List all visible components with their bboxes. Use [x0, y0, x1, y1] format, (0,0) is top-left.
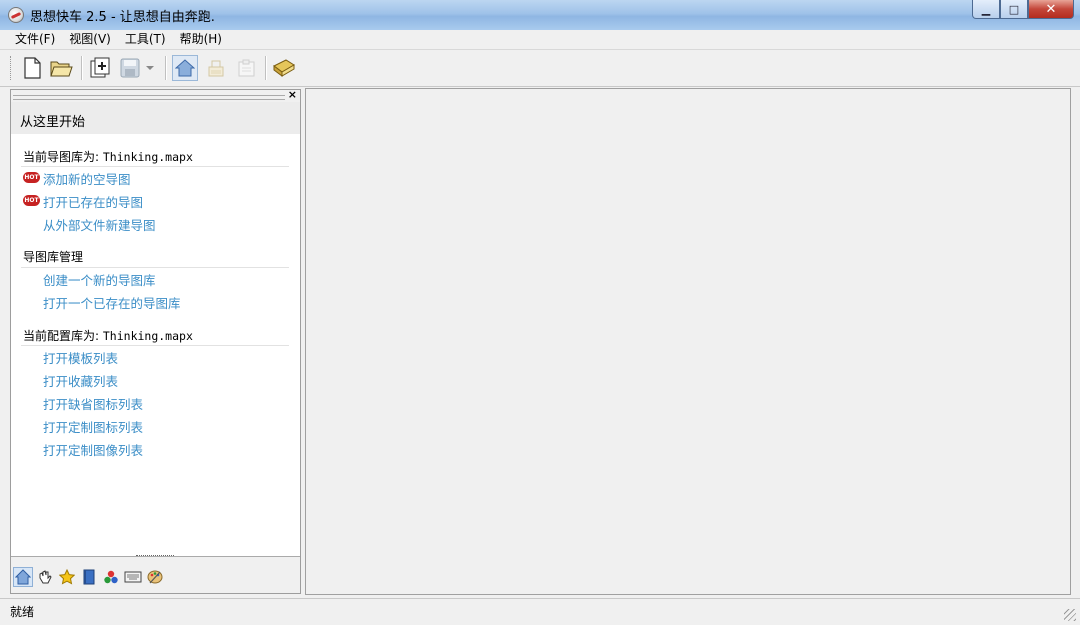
toolbar-grip[interactable] [10, 56, 14, 80]
section-label: 当前导图库为: [23, 150, 100, 164]
home-icon [15, 569, 31, 585]
link-add-new-map[interactable]: 添加新的空导图 [43, 169, 131, 188]
close-icon: ✕ [1045, 1, 1057, 17]
toolbar-separator [81, 56, 83, 80]
tab-keyboard[interactable] [123, 567, 143, 587]
start-title: 从这里开始 [20, 115, 86, 130]
menu-file[interactable]: 文件(F) [8, 30, 62, 49]
start-panel: × 从这里开始 当前导图库为: Thinking.mapx HOT 添加新的空导… [10, 89, 301, 594]
section-title-current-config: 当前配置库为: Thinking.mapx [23, 327, 193, 344]
app-logo-icon [8, 7, 24, 23]
section-label: 当前配置库为: [23, 329, 100, 343]
link-default-icon-list[interactable]: 打开缺省图标列表 [43, 394, 143, 413]
hand-icon [39, 570, 52, 584]
link-open-library[interactable]: 打开一个已存在的导图库 [43, 293, 181, 312]
export-button[interactable] [233, 55, 259, 81]
minimize-icon: ▁ [981, 2, 991, 16]
section-divider [21, 345, 289, 346]
section-divider [21, 166, 289, 167]
section-label: 导图库管理 [23, 250, 84, 264]
link-create-library[interactable]: 创建一个新的导图库 [43, 270, 156, 289]
keyboard-icon [124, 571, 142, 583]
menu-view[interactable]: 视图(V) [62, 30, 118, 49]
tab-home[interactable] [13, 567, 33, 587]
add-map-icon [90, 57, 110, 78]
window-title: 思想快车 2.5 - 让思想自由奔跑. [30, 10, 215, 25]
toolbar [0, 49, 1080, 87]
hot-badge-icon: HOT [23, 172, 40, 183]
splitter-grip[interactable] [136, 555, 174, 558]
open-button[interactable] [48, 55, 74, 81]
toolbar-separator [265, 56, 267, 80]
library-button[interactable] [271, 55, 297, 81]
section-title-current-library: 当前导图库为: Thinking.mapx [23, 148, 193, 165]
title-bar: 思想快车 2.5 - 让思想自由奔跑. ▁ □ ✕ [0, 0, 1080, 31]
tab-colors[interactable] [101, 567, 121, 587]
link-open-existing-map[interactable]: 打开已存在的导图 [43, 192, 143, 211]
menu-tools[interactable]: 工具(T) [118, 30, 173, 49]
link-custom-image-list[interactable]: 打开定制图像列表 [43, 440, 143, 459]
panel-header[interactable]: × [11, 89, 300, 102]
palette-icon [147, 570, 163, 584]
tab-hand[interactable] [35, 567, 55, 587]
new-document-icon [24, 57, 41, 79]
section-title-library-management: 导图库管理 [23, 248, 83, 265]
map-canvas[interactable] [305, 88, 1071, 595]
window-controls: ▁ □ ✕ [972, 0, 1074, 20]
section-divider [21, 267, 289, 268]
export-icon [238, 59, 255, 77]
tab-palette[interactable] [145, 567, 165, 587]
tab-favorites[interactable] [57, 567, 77, 587]
format-icon [208, 60, 224, 77]
maximize-icon: □ [1008, 2, 1020, 16]
menu-help[interactable]: 帮助(H) [173, 30, 229, 49]
star-icon [59, 569, 75, 585]
section-filename: Thinking.mapx [102, 150, 193, 164]
panel-tab-bar [11, 560, 300, 593]
panel-drag-bar[interactable] [13, 95, 285, 100]
save-disk-icon [120, 58, 140, 78]
save-button[interactable] [117, 55, 143, 81]
dropdown-arrow-icon [146, 66, 154, 70]
new-document-button[interactable] [19, 55, 45, 81]
link-new-map-from-file[interactable]: 从外部文件新建导图 [43, 215, 156, 234]
start-header: 从这里开始 [11, 102, 300, 134]
book-icon [83, 569, 95, 585]
library-book-icon [273, 59, 295, 77]
status-bar: 就绪 [0, 598, 1080, 625]
hot-badge-icon: HOT [23, 195, 40, 206]
minimize-button[interactable]: ▁ [972, 0, 1000, 19]
toolbar-separator [165, 56, 167, 80]
link-favorites-list[interactable]: 打开收藏列表 [43, 371, 118, 390]
section-filename: Thinking.mapx [102, 329, 193, 343]
home-icon [175, 59, 195, 77]
home-button[interactable] [172, 55, 198, 81]
maximize-button[interactable]: □ [1000, 0, 1028, 19]
add-map-button[interactable] [87, 55, 113, 81]
open-folder-icon [50, 61, 73, 77]
menu-bar: 文件(F) 视图(V) 工具(T) 帮助(H) [0, 30, 1080, 49]
status-text: 就绪 [10, 605, 35, 619]
tab-book[interactable] [79, 567, 99, 587]
close-button[interactable]: ✕ [1028, 0, 1074, 19]
save-dropdown-button[interactable] [143, 55, 157, 81]
resize-grip-icon[interactable] [1064, 609, 1076, 621]
link-custom-icon-list[interactable]: 打开定制图标列表 [43, 417, 143, 436]
link-template-list[interactable]: 打开模板列表 [43, 348, 118, 367]
panel-close-icon[interactable]: × [288, 89, 297, 101]
color-balls-icon [104, 570, 118, 584]
format-button[interactable] [203, 55, 229, 81]
